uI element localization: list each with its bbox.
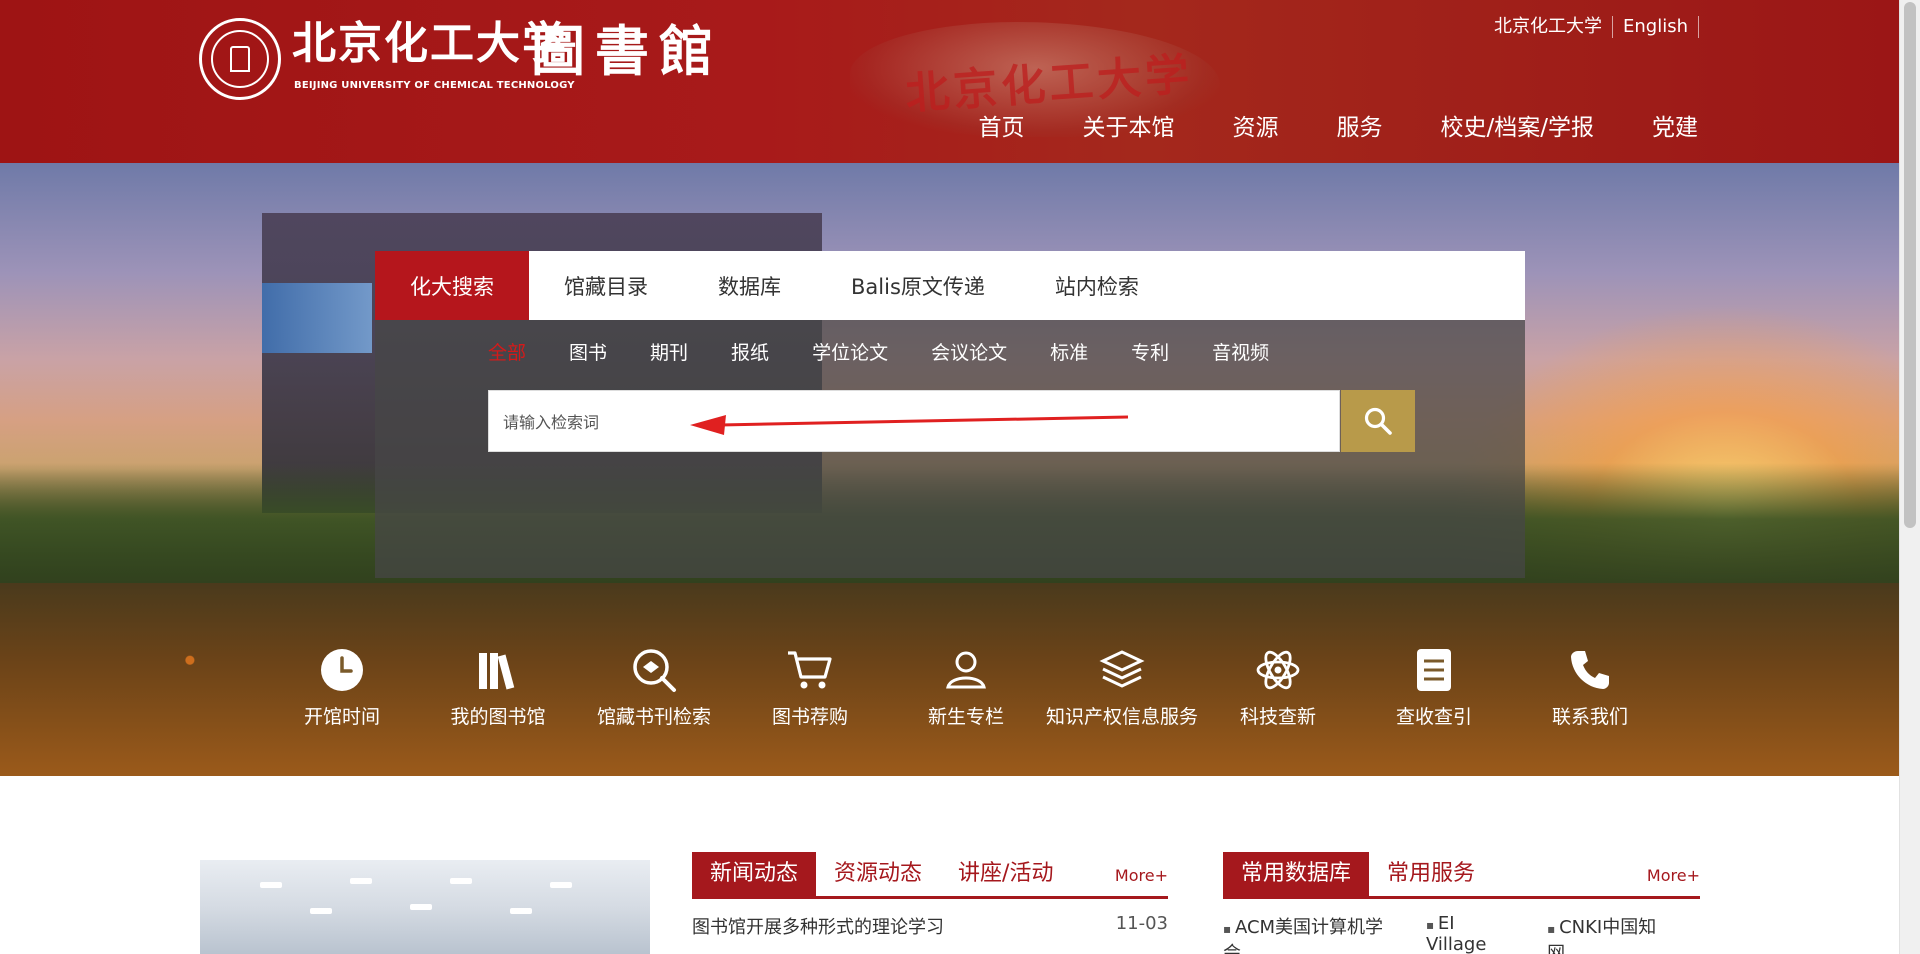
tab-catalog[interactable]: 馆藏目录: [529, 251, 683, 320]
database-more-link[interactable]: More+: [1647, 866, 1700, 885]
logo-library-name[interactable]: 圖書館: [531, 24, 723, 78]
quick-link-label: 图书荐购: [771, 706, 848, 728]
filter-journals[interactable]: 期刊: [650, 338, 688, 365]
filter-theses[interactable]: 学位论文: [812, 338, 888, 365]
news-more-link[interactable]: More+: [1115, 866, 1168, 885]
quick-link-label: 我的图书馆: [450, 706, 546, 728]
filter-newspapers[interactable]: 报纸: [731, 338, 769, 365]
database-link-cnki[interactable]: CNKI中国知网: [1547, 913, 1672, 954]
quick-link-label: 查收查引: [1395, 706, 1472, 728]
filter-patents[interactable]: 专利: [1131, 338, 1169, 365]
search-panel: 全部 图书 期刊 报纸 学位论文 会议论文 标准 专利 音视频 请输入检索词: [375, 320, 1525, 578]
nav-services[interactable]: 服务: [1337, 112, 1383, 144]
catalog-search-icon: [629, 645, 679, 695]
quick-catalog-search[interactable]: 馆藏书刊检索: [576, 645, 732, 729]
phone-icon: [1565, 645, 1615, 695]
atom-icon: [1253, 645, 1303, 695]
database-tabs: 常用数据库 常用服务 More+: [1223, 852, 1700, 899]
nav-about[interactable]: 关于本馆: [1083, 112, 1175, 144]
news-title[interactable]: 图书馆开展多种形式的理论学习: [692, 913, 944, 939]
tab-resource-news[interactable]: 资源动态: [816, 852, 940, 896]
tab-balis[interactable]: Balis原文传递: [816, 251, 1020, 320]
nav-resources[interactable]: 资源: [1233, 112, 1279, 144]
search-icon: [1364, 407, 1392, 435]
books-icon: [473, 645, 523, 695]
quick-link-label: 科技查新: [1239, 706, 1316, 728]
cart-icon: [785, 645, 835, 695]
news-tabs: 新闻动态 资源动态 讲座/活动 More+: [692, 852, 1168, 899]
link-english[interactable]: English: [1613, 16, 1699, 38]
quick-citation-search[interactable]: 查收查引: [1356, 645, 1512, 729]
quick-freshmen[interactable]: 新生专栏: [888, 645, 1044, 729]
database-link-ei[interactable]: EI Village: [1426, 913, 1519, 954]
tab-news[interactable]: 新闻动态: [692, 852, 817, 896]
news-item[interactable]: 图书馆开展多种形式的理论学习 11-03: [692, 913, 1168, 939]
filter-all[interactable]: 全部: [488, 338, 526, 365]
database-list: ACM美国计算机学会 EI Village CNKI中国知网: [1223, 913, 1700, 954]
quick-contact-us[interactable]: 联系我们: [1512, 645, 1668, 729]
quick-novelty-search[interactable]: 科技查新: [1200, 645, 1356, 729]
quick-opening-hours[interactable]: 开馆时间: [264, 645, 420, 729]
main-nav: 首页 关于本馆 资源 服务 校史/档案/学报 党建: [921, 112, 1699, 144]
nav-history-archives[interactable]: 校史/档案/学报: [1441, 112, 1595, 144]
tab-site-search[interactable]: 站内检索: [1020, 251, 1174, 320]
scrollbar-thumb[interactable]: [1904, 2, 1916, 528]
quick-link-label: 联系我们: [1551, 706, 1628, 728]
document-icon: [1409, 645, 1459, 695]
quick-book-recommendation[interactable]: 图书荐购: [732, 645, 888, 729]
search-filters: 全部 图书 期刊 报纸 学位论文 会议论文 标准 专利 音视频: [488, 338, 1312, 365]
search-tabs: 化大搜索 馆藏目录 数据库 Balis原文传递 站内检索: [375, 251, 1525, 320]
filter-books[interactable]: 图书: [569, 338, 607, 365]
layers-icon: [1097, 645, 1147, 695]
quick-link-label: 馆藏书刊检索: [596, 706, 711, 728]
tab-common-services[interactable]: 常用服务: [1369, 852, 1493, 896]
tab-lectures[interactable]: 讲座/活动: [940, 852, 1071, 896]
nav-home[interactable]: 首页: [979, 112, 1025, 144]
search-button[interactable]: [1341, 390, 1415, 452]
clock-icon: [317, 645, 367, 695]
database-panel: 常用数据库 常用服务 More+ ACM美国计算机学会 EI Village C…: [1223, 852, 1700, 954]
filter-standards[interactable]: 标准: [1050, 338, 1088, 365]
page-scrollbar[interactable]: [1899, 0, 1920, 954]
user-icon: [941, 645, 991, 695]
logo-university-name[interactable]: 北京化工大学: [292, 22, 568, 66]
quick-my-library[interactable]: 我的图书馆: [420, 645, 576, 729]
database-link-acm[interactable]: ACM美国计算机学会: [1223, 913, 1398, 954]
top-links: 北京化工大学 English: [1494, 16, 1699, 38]
quick-link-label: 新生专栏: [927, 706, 1004, 728]
quick-link-label: 开馆时间: [303, 706, 380, 728]
tab-databases[interactable]: 数据库: [683, 251, 816, 320]
news-photo[interactable]: [200, 860, 650, 954]
quick-ip-service[interactable]: 知识产权信息服务: [1044, 645, 1200, 729]
news-panel: 新闻动态 资源动态 讲座/活动 More+ 图书馆开展多种形式的理论学习 11-…: [692, 852, 1168, 954]
site-header: 北京化工大学 北京化工大学 BEIJING UNIVERSITY OF CHEM…: [0, 0, 1899, 163]
quick-links: 开馆时间 我的图书馆 馆藏书刊检索 图书荐购 新生专栏 知识产权信息服务 科技查…: [264, 645, 1634, 745]
filter-conference-papers[interactable]: 会议论文: [931, 338, 1007, 365]
nav-party[interactable]: 党建: [1652, 112, 1698, 144]
link-university[interactable]: 北京化工大学: [1494, 16, 1613, 38]
filter-av[interactable]: 音视频: [1212, 338, 1269, 365]
tab-common-databases[interactable]: 常用数据库: [1223, 852, 1370, 896]
quick-link-label: 知识产权信息服务: [1045, 706, 1198, 728]
building-glass: [262, 283, 372, 353]
tab-bucea-search[interactable]: 化大搜索: [375, 251, 529, 320]
annotation-arrow: [690, 415, 1129, 435]
university-seal-logo[interactable]: [199, 18, 281, 100]
news-date: 11-03: [1115, 913, 1168, 934]
